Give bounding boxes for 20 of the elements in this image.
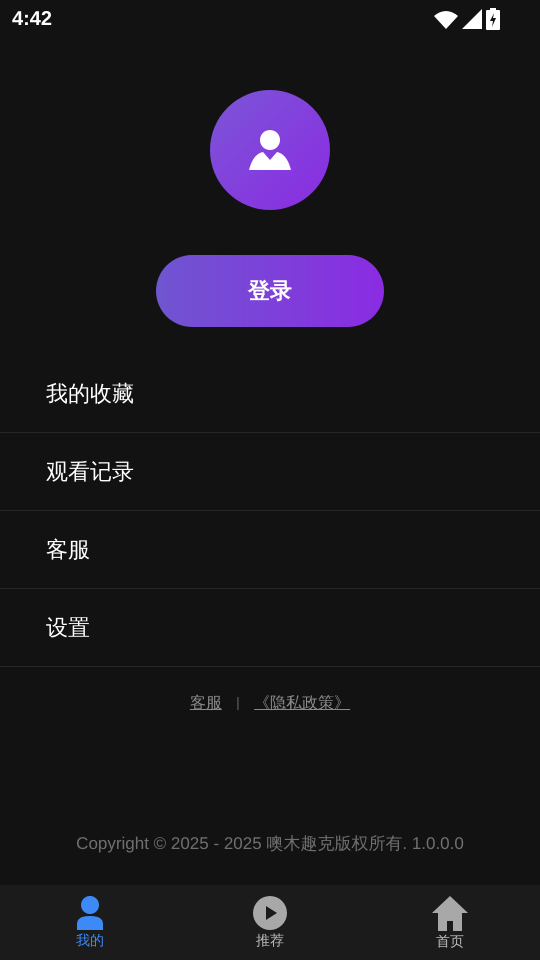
status-time: 4:42 [12, 8, 52, 30]
menu-item[interactable]: 客服 [0, 511, 540, 589]
nav-tab[interactable]: 首页 [360, 885, 540, 960]
user-icon [249, 130, 291, 170]
wifi-icon [434, 10, 458, 28]
service-link[interactable]: 客服 [190, 693, 222, 714]
signal-icon [462, 9, 482, 29]
copyright-text: Copyright © 2025 - 2025 噢木趣克版权所有. 1.0.0.0 [75, 833, 465, 855]
battery-charging-icon [486, 8, 500, 30]
menu-item[interactable]: 设置 [0, 589, 540, 667]
nav-tab[interactable]: 我的 [0, 885, 180, 960]
menu-item[interactable]: 观看记录 [0, 433, 540, 511]
separator: | [236, 696, 240, 711]
home-icon [431, 894, 469, 930]
login-button[interactable]: 登录 [156, 255, 384, 327]
play-icon [253, 896, 287, 930]
privacy-link[interactable]: 《隐私政策》 [254, 693, 350, 714]
nav-tab[interactable]: 推荐 [180, 885, 360, 960]
person-icon [76, 896, 104, 930]
menu-item[interactable]: 我的收藏 [0, 355, 540, 433]
